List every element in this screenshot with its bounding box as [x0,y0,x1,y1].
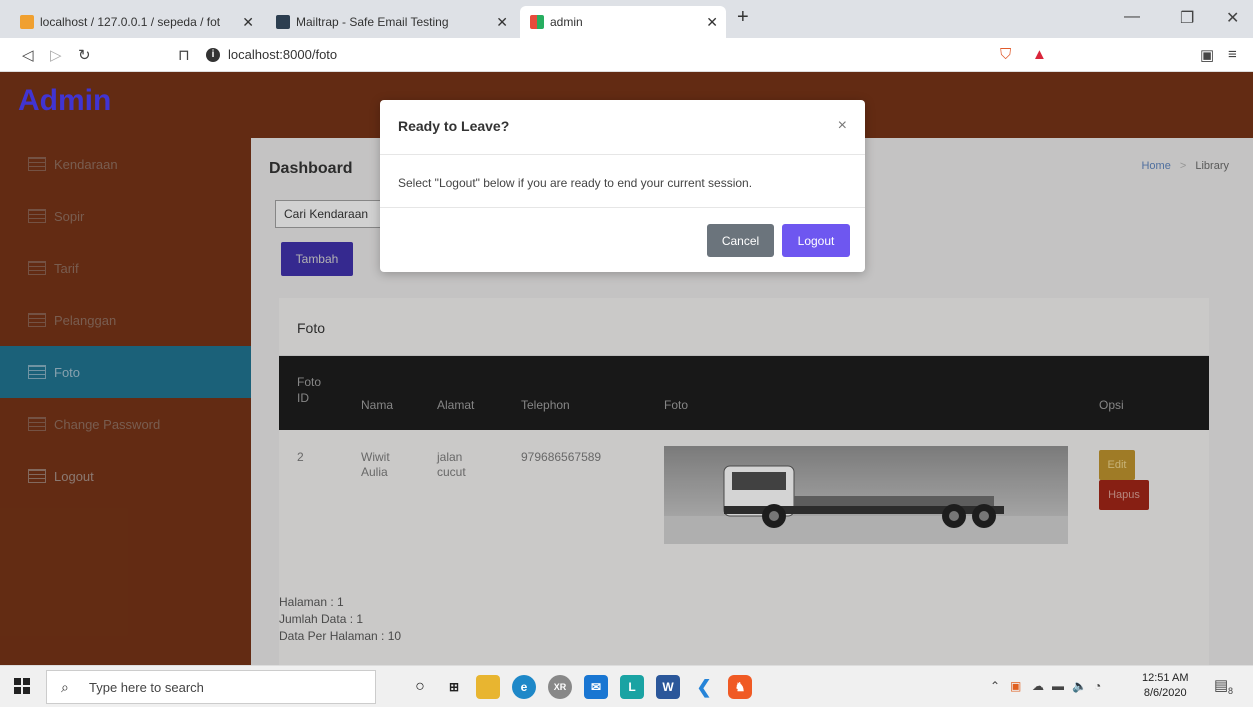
divider [380,154,865,155]
new-tab-icon[interactable]: + [737,6,749,29]
close-icon[interactable]: ✕ [706,14,718,31]
edge-icon[interactable]: e [512,675,536,699]
modal-body: Select "Logout" below if you are ready t… [398,176,753,190]
mail-icon[interactable]: ✉ [584,675,608,699]
logout-button[interactable]: Logout [782,224,850,257]
wifi-icon[interactable]: ◔ [1094,679,1101,693]
maximize-icon[interactable]: ❐ [1180,8,1194,28]
battery-icon[interactable]: ▬ [1052,679,1064,693]
task-view-icon[interactable]: ⊞ [442,675,466,699]
admin-favicon [530,15,544,29]
windows-start-icon[interactable] [14,678,30,694]
search-icon: ⌕ [61,679,69,695]
close-icon[interactable]: ✕ [496,14,508,31]
address-bar: ◁ ▷ ↻ ⊓ i localhost:8000/foto ⛉ ▲ ▣ ≡ [0,38,1253,72]
tab-admin[interactable]: admin ✕ [520,6,726,38]
web-page: Admin Kendaraan Sopir Tarif Pelanggan Fo… [0,72,1253,665]
tab-label: Mailtrap - Safe Email Testing [296,15,449,29]
notification-count: 8 [1228,686,1234,696]
vscode-icon[interactable]: ❮ [692,675,716,699]
phpmyadmin-icon [20,15,34,29]
close-icon[interactable]: ✕ [242,14,254,31]
clock-time: 12:51 AM [1142,672,1189,684]
word-icon[interactable]: W [656,675,680,699]
url-field[interactable]: localhost:8000/foto [228,47,337,62]
taskbar-search-placeholder: Type here to search [89,680,204,695]
xampp-icon[interactable]: XR [548,675,572,699]
tab-phpmyadmin[interactable]: localhost / 127.0.0.1 / sepeda / fot ✕ [10,6,262,38]
notification-icon[interactable]: ▤ [1214,676,1228,694]
wallet-icon[interactable]: ▣ [1200,46,1214,64]
onedrive-icon[interactable]: ☁ [1032,679,1044,693]
tab-mailtrap[interactable]: Mailtrap - Safe Email Testing ✕ [266,6,516,38]
clock-date: 8/6/2020 [1143,687,1187,699]
laragon-icon[interactable]: L [620,675,644,699]
file-explorer-icon[interactable] [476,675,500,699]
modal-title: Ready to Leave? [398,118,510,134]
taskbar: ⌕ Type here to search ○ ⊞ e XR ✉ L W ❮ ♞… [0,665,1253,707]
reload-icon[interactable]: ↻ [78,46,91,64]
show-hidden-icons-icon[interactable]: ⌃ [990,679,1000,693]
browser-tab-bar: localhost / 127.0.0.1 / sepeda / fot ✕ M… [0,0,1253,38]
clock[interactable]: 12:51 AM 8/6/2020 [1142,671,1188,701]
volume-icon[interactable]: 🔈 [1072,679,1087,693]
tab-label: admin [550,15,583,29]
brave-shield-icon[interactable]: ⛉ [1000,46,1011,63]
taskbar-search-input[interactable]: ⌕ Type here to search [46,670,376,704]
cortana-icon[interactable]: ○ [408,675,432,699]
site-info-icon[interactable]: i [206,48,220,62]
divider [380,207,865,208]
tray-app-icon[interactable]: ▣ [1010,679,1021,693]
brave-icon[interactable]: ♞ [728,675,752,699]
minimize-icon[interactable]: — [1124,8,1140,26]
cancel-button[interactable]: Cancel [707,224,774,257]
tab-label: localhost / 127.0.0.1 / sepeda / fot [40,15,221,29]
bookmark-icon[interactable]: ⊓ [178,46,190,64]
back-icon[interactable]: ◁ [22,46,34,64]
logout-modal: Ready to Leave? × Select "Logout" below … [380,100,865,272]
brave-rewards-icon[interactable]: ▲ [1032,46,1047,63]
mailtrap-icon [276,15,290,29]
close-icon[interactable]: × [838,117,847,135]
window-close-icon[interactable]: ✕ [1226,8,1239,28]
forward-icon[interactable]: ▷ [50,46,62,64]
menu-icon[interactable]: ≡ [1228,46,1237,63]
